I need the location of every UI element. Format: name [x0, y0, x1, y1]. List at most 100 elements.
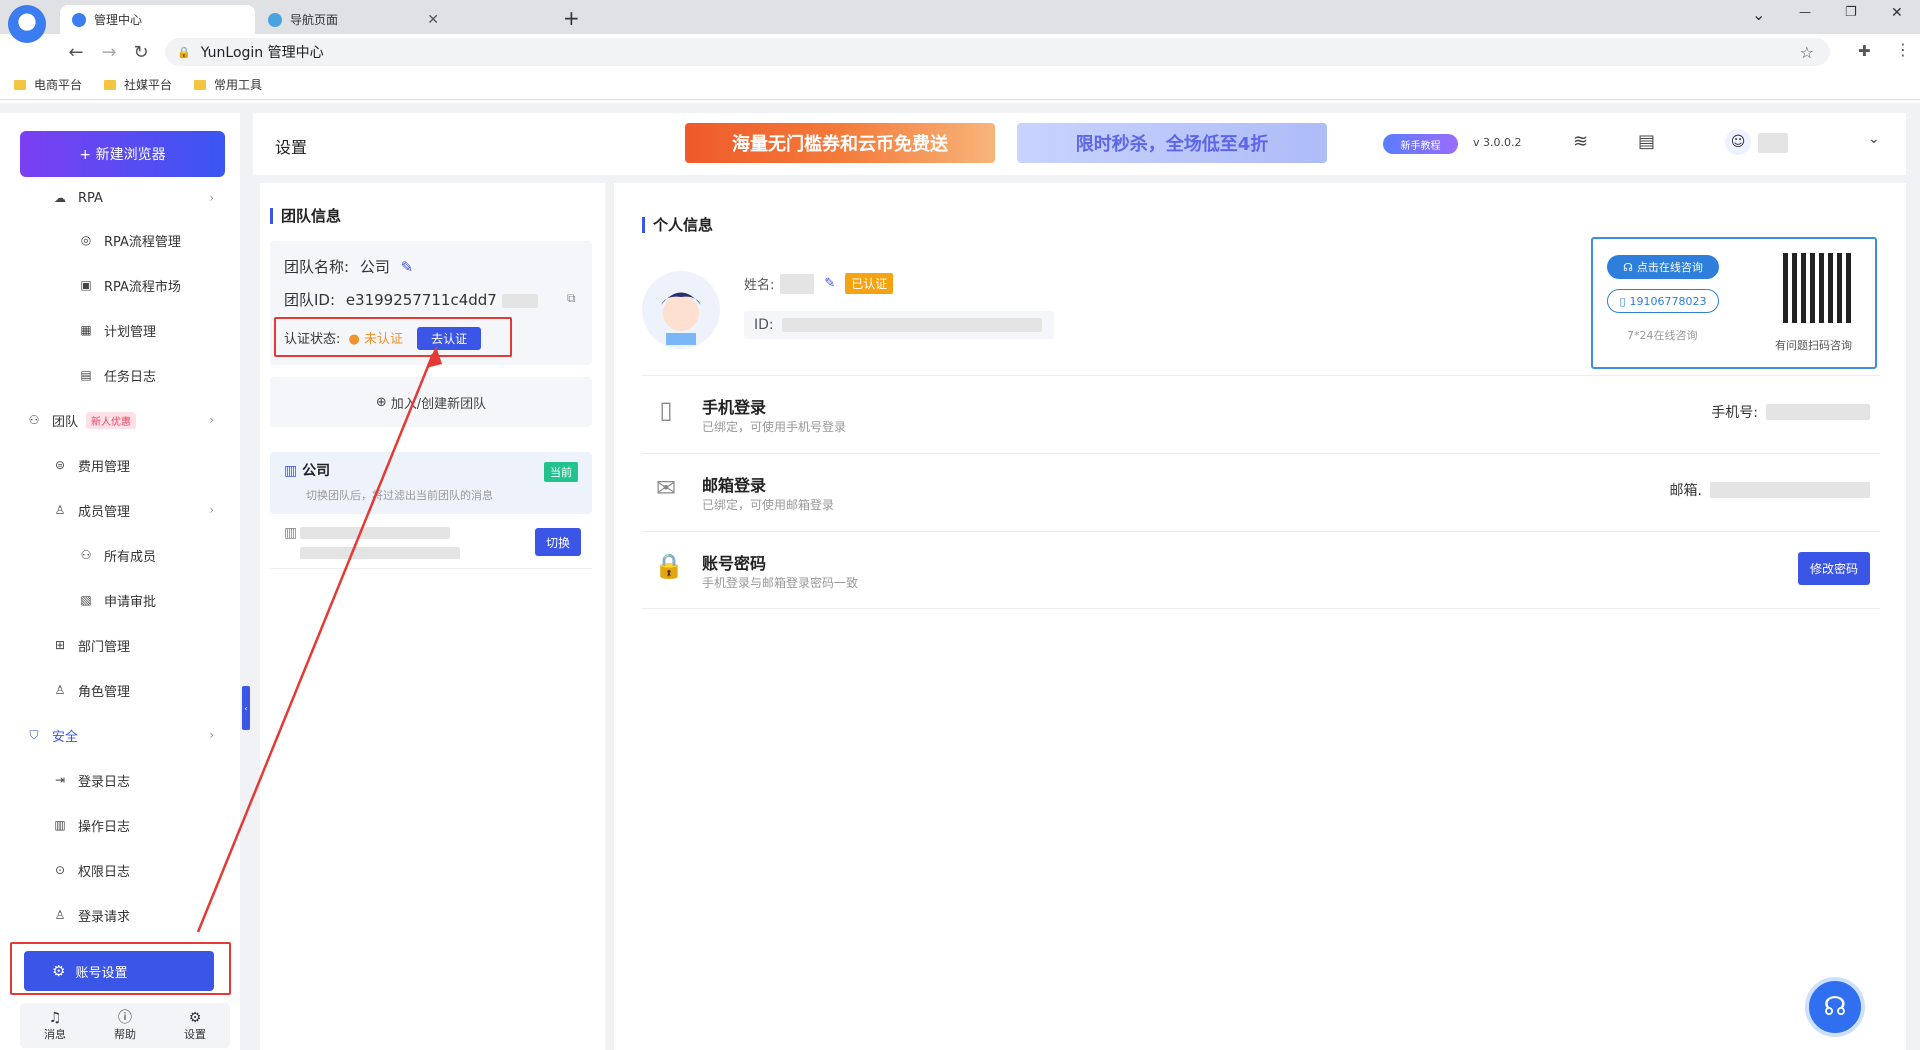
messages-button[interactable]: ♫ 消息	[44, 1010, 66, 1042]
close-tab-icon[interactable]: ✕	[427, 12, 439, 28]
layers-icon[interactable]: ≋	[1573, 131, 1588, 152]
sidebar-item-rpa[interactable]: ☁ RPA ›	[0, 186, 240, 210]
maximize-button[interactable]: ❐	[1845, 5, 1857, 20]
copy-icon[interactable]: ⧉	[567, 291, 576, 306]
switch-hint: 切换团队后，将过滤出当前团队的消息	[306, 489, 493, 502]
promo-banner-flash-sale[interactable]: 限时秒杀，全场低至4折	[1017, 123, 1327, 163]
promo-banner-coupons[interactable]: 海量无门槛券和云币免费送	[685, 123, 995, 163]
forward-icon[interactable]: →	[99, 42, 119, 63]
bookmark-label: 社媒平台	[124, 78, 173, 92]
sidebar-item-task-log[interactable]: ▤ 任务日志	[0, 355, 240, 395]
sidebar-item-rpa-flow[interactable]: ◎ RPA流程管理	[0, 220, 240, 260]
join-create-team-button[interactable]: ⊕ 加入/创建新团队	[270, 377, 592, 427]
sidebar-item-role[interactable]: ♙ 角色管理	[0, 670, 240, 710]
users-icon: ⚇	[80, 548, 92, 562]
menu-icon[interactable]: ⋮	[1895, 40, 1911, 59]
settings-button[interactable]: ⚙ 设置	[184, 1010, 206, 1042]
chevron-right-icon: ›	[209, 503, 214, 517]
sidebar-item-plan[interactable]: ▦ 计划管理	[0, 310, 240, 350]
sidebar-item-team[interactable]: ⚇ 团队 新人优惠 ›	[0, 400, 240, 440]
tab-manage-center[interactable]: 管理中心	[60, 5, 255, 34]
sidebar-item-label: 登录请求	[78, 909, 131, 925]
team-name-value: 公司	[359, 258, 390, 276]
close-window-button[interactable]: ✕	[1891, 5, 1903, 21]
minimize-button[interactable]: —	[1799, 5, 1811, 19]
name-redacted	[780, 273, 815, 294]
avatar[interactable]: ☺	[1725, 129, 1751, 155]
sidebar-item-perm-log[interactable]: ⊙ 权限日志	[0, 850, 240, 890]
email-value: 邮箱.	[1670, 480, 1870, 500]
user-avatar[interactable]	[642, 271, 720, 349]
phone-redacted	[1766, 404, 1870, 420]
shield-icon: ⛉	[29, 727, 39, 742]
current-badge: 当前	[544, 462, 578, 482]
change-password-button[interactable]: 修改密码	[1797, 552, 1870, 585]
extensions-icon[interactable]: ✚	[1858, 42, 1871, 60]
sidebar-item-login-request[interactable]: ♙ 登录请求	[0, 895, 240, 935]
new-browser-button[interactable]: + 新建浏览器	[20, 131, 225, 177]
bell-icon: ♫	[48, 1009, 62, 1026]
user-id-row: ID:	[744, 311, 1054, 339]
new-user-badge: 新人优惠	[86, 411, 137, 429]
perm-log-icon: ⊙	[54, 863, 66, 877]
gear-icon: ⚙	[188, 1009, 202, 1026]
edit-icon[interactable]: ✎	[824, 276, 835, 291]
tab-navigation-page[interactable]: 导航页面 ✕	[256, 5, 451, 34]
row-subtitle: 已绑定，可使用邮箱登录	[702, 498, 835, 512]
sidebar-item-fee[interactable]: ⊜ 费用管理	[0, 445, 240, 485]
sidebar-item-op-log[interactable]: ▥ 操作日志	[0, 805, 240, 845]
folder-icon	[14, 79, 26, 90]
reload-icon[interactable]: ↻	[131, 42, 151, 63]
sidebar-item-security[interactable]: ⛉ 安全 ›	[0, 715, 240, 755]
team-name-row: 团队名称: 公司 ✎	[284, 256, 413, 277]
customer-support-float-button[interactable]: ☊	[1805, 977, 1865, 1037]
help-button[interactable]: ⓘ 帮助	[114, 1010, 136, 1042]
address-bar[interactable]: 🔒 YunLogin 管理中心 ☆	[165, 38, 1830, 66]
switch-team-button[interactable]: 切换	[535, 528, 581, 556]
sidebar-item-label: 权限日志	[78, 864, 131, 880]
phone-number-button[interactable]: ▯ 19106778023	[1607, 289, 1719, 313]
current-team-item[interactable]: ▥ 公司 当前 切换团队后，将过滤出当前团队的消息	[270, 452, 592, 514]
back-icon[interactable]: ←	[66, 42, 86, 63]
bookmark-star-icon[interactable]: ☆	[1800, 43, 1814, 62]
row-subtitle: 已绑定，可使用手机号登录	[702, 420, 847, 434]
sidebar-item-label: RPA	[78, 190, 103, 206]
bookmark-label: 电商平台	[34, 78, 83, 92]
sidebar-item-member[interactable]: ♙ 成员管理 ›	[0, 490, 240, 530]
sidebar-item-label: RPA流程市场	[104, 279, 181, 295]
bookmark-tools[interactable]: 常用工具	[194, 76, 262, 93]
help-icon: ⓘ	[118, 1009, 132, 1026]
sidebar-item-dept[interactable]: ⊞ 部门管理	[0, 625, 240, 665]
headset-icon: ☊	[1823, 992, 1847, 1022]
document-icon[interactable]: ▤	[1638, 131, 1655, 152]
row-right-label: 邮箱.	[1669, 483, 1702, 499]
sidebar: + 新建浏览器 ☁ RPA › ◎ RPA流程管理 ▣ RPA流程市场 ▦ 计划管理 ▤ 任…	[0, 113, 240, 1050]
chevron-down-icon[interactable]: ⌄	[1868, 131, 1880, 147]
new-tab-button[interactable]: +	[563, 6, 580, 30]
bookmarks-bar: 电商平台 社媒平台 常用工具	[0, 70, 1920, 100]
edit-icon[interactable]: ✎	[401, 258, 414, 276]
beginner-guide-button[interactable]: 新手教程	[1383, 134, 1458, 154]
bookmark-social[interactable]: 社媒平台	[104, 76, 172, 93]
role-icon: ♙	[54, 683, 66, 697]
tab-search-icon[interactable]: ⌄	[1752, 5, 1765, 24]
address-row: ← → ↻ 🔒 YunLogin 管理中心 ☆ ✚ ⋮	[0, 34, 1920, 70]
sidebar-item-rpa-market[interactable]: ▣ RPA流程市场	[0, 265, 240, 305]
row-title: 手机登录	[702, 398, 767, 417]
sidebar-collapse-handle[interactable]: ‹	[242, 686, 250, 730]
fee-icon: ⊜	[54, 458, 66, 472]
mail-icon: ✉	[655, 474, 677, 502]
bookmark-ecommerce[interactable]: 电商平台	[14, 76, 82, 93]
user-id-redacted	[781, 318, 1042, 332]
add-circle-icon: ⊕	[375, 394, 387, 410]
sidebar-item-login-log[interactable]: ⇥ 登录日志	[0, 760, 240, 800]
globe-favicon-icon	[268, 12, 282, 27]
personal-info-title: 个人信息	[642, 217, 713, 233]
online-chat-button[interactable]: ☊ 点击在线咨询	[1607, 255, 1719, 279]
email-redacted	[1710, 482, 1870, 498]
team-info-title: 团队信息	[270, 208, 341, 224]
sidebar-item-label: 所有成员	[104, 549, 157, 565]
sidebar-item-approval[interactable]: ▧ 申请审批	[0, 580, 240, 620]
sidebar-item-all-members[interactable]: ⚇ 所有成员	[0, 535, 240, 575]
chat-label: 点击在线咨询	[1636, 261, 1703, 274]
